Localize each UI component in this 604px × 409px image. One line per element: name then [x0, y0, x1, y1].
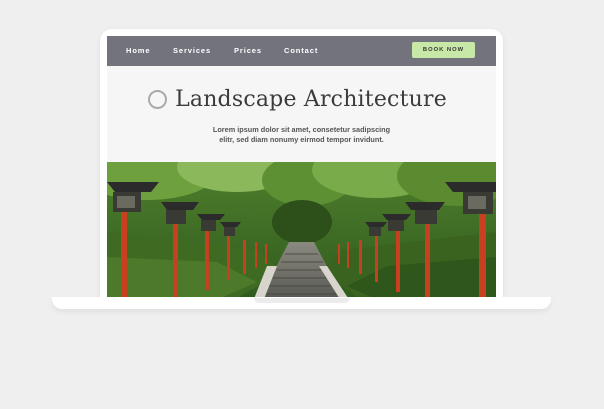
- page-title: Landscape Architecture: [175, 86, 447, 112]
- tagline-line-2: elitr, sed diam nonumy eirmod tempor inv…: [219, 134, 384, 144]
- nav-link-home[interactable]: Home: [126, 46, 150, 55]
- hero-title-row: Landscape Architecture: [107, 85, 496, 113]
- website-preview: Home Services Prices Contact BOOK NOW La…: [107, 36, 496, 304]
- hero-tagline: Lorem ipsum dolor sit amet, consetetur s…: [167, 125, 436, 144]
- nav-link-contact[interactable]: Contact: [284, 46, 318, 55]
- laptop-notch: [254, 298, 350, 303]
- circle-outline-icon: [148, 89, 168, 109]
- nav-link-prices[interactable]: Prices: [234, 46, 262, 55]
- top-navbar: Home Services Prices Contact BOOK NOW: [107, 36, 496, 66]
- book-now-button[interactable]: BOOK NOW: [412, 42, 475, 58]
- nav-link-services[interactable]: Services: [173, 46, 211, 55]
- hero-photo: [107, 162, 496, 304]
- tagline-line-1: Lorem ipsum dolor sit amet, consetetur s…: [212, 125, 391, 134]
- laptop-screen: Home Services Prices Contact BOOK NOW La…: [100, 29, 503, 304]
